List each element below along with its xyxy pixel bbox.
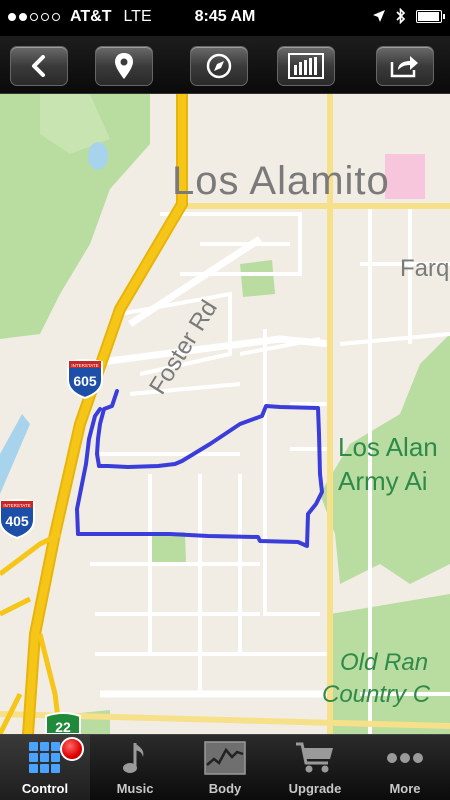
map-pin-icon — [115, 53, 133, 79]
battery-fill — [418, 11, 439, 21]
country-label-line2: Country C — [322, 681, 431, 708]
stats-button[interactable] — [277, 46, 335, 86]
army-label-line2: Army Ai — [338, 466, 428, 496]
music-note-icon — [123, 741, 147, 775]
channel — [0, 414, 30, 494]
bluetooth-icon — [396, 8, 406, 24]
grid-icon — [28, 741, 62, 775]
interstate-605-shield: INTERSTATE 605 — [67, 359, 103, 400]
toolbar — [0, 36, 450, 94]
shield-605-number: 605 — [73, 373, 97, 389]
tab-label: Control — [21, 781, 69, 796]
share-button[interactable] — [376, 46, 434, 86]
commercial-area — [385, 154, 425, 199]
back-button[interactable] — [10, 46, 68, 86]
bar-chart-icon — [288, 53, 324, 79]
recording-indicator-icon — [60, 737, 84, 761]
pulse-chart-icon — [204, 741, 246, 775]
city-label: Los Alamito — [172, 159, 390, 203]
park-area — [150, 532, 186, 566]
shield-405-number: 405 — [5, 513, 29, 529]
battery-icon — [416, 9, 445, 23]
map-view[interactable]: Los Alamito Foster Rd Farq Los Alan Army… — [0, 94, 450, 734]
status-bar: AT&T LTE 8:45 AM — [0, 0, 450, 36]
country-label-line1: Old Ran — [340, 649, 428, 676]
route-22-shield: 22 — [45, 712, 81, 734]
status-right — [372, 8, 445, 24]
map-canvas: Los Alamito Foster Rd Farq Los Alan Army… — [0, 94, 450, 734]
tab-control[interactable]: Control — [0, 735, 90, 800]
cart-icon — [295, 741, 335, 775]
tab-label: Body — [208, 781, 242, 796]
pond — [88, 142, 108, 170]
tab-label: Upgrade — [288, 781, 342, 796]
shield-22-number: 22 — [55, 719, 71, 734]
street-label-farq: Farq — [400, 255, 449, 282]
location-arrow-icon — [373, 10, 385, 22]
tab-upgrade[interactable]: Upgrade — [270, 735, 360, 800]
tab-music[interactable]: Music — [90, 735, 180, 800]
more-dots-icon — [385, 741, 425, 775]
chevron-left-icon — [32, 55, 45, 77]
shield-interstate-text: INTERSTATE — [71, 363, 98, 368]
tab-bar: Control Music Body Upgrade More — [0, 734, 450, 800]
interstate-405-shield: INTERSTATE 405 — [0, 499, 35, 540]
tab-more[interactable]: More — [360, 735, 450, 800]
army-label-line1: Los Alan — [338, 432, 438, 462]
tab-label: Music — [116, 781, 154, 796]
location-button[interactable] — [95, 46, 153, 86]
share-icon — [390, 56, 418, 78]
tab-label: More — [389, 781, 421, 796]
compass-button[interactable] — [190, 46, 248, 86]
shield-interstate-text: INTERSTATE — [3, 503, 30, 508]
compass-icon — [206, 53, 232, 79]
park-area — [240, 260, 275, 297]
tab-body[interactable]: Body — [180, 735, 270, 800]
